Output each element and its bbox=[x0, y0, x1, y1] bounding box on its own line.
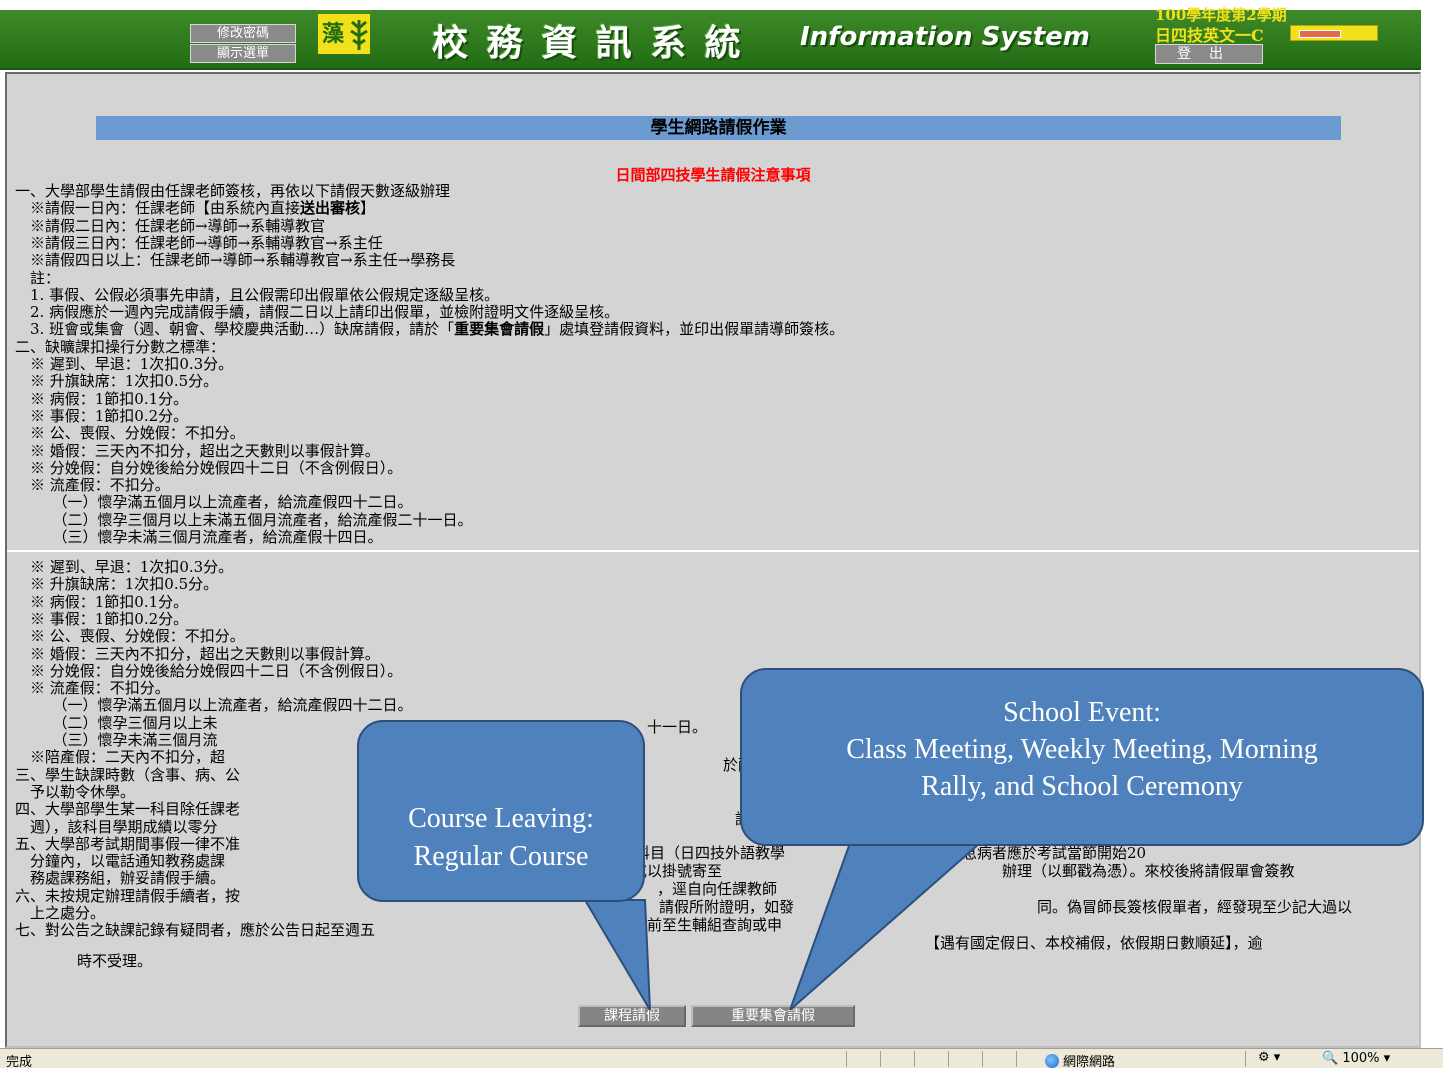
status-divider bbox=[914, 1051, 915, 1067]
status-divider bbox=[948, 1051, 949, 1067]
zoom-control[interactable]: 🔍 100% ▾ bbox=[1322, 1051, 1390, 1066]
browser-status-bar: 完成 網際網路 ⚙ ▾ 🔍 100% ▾ bbox=[0, 1048, 1443, 1070]
course-callout-text: Course Leaving: Regular Course bbox=[408, 803, 594, 872]
zoom-level: 100% bbox=[1342, 1051, 1380, 1066]
status-divider bbox=[982, 1051, 983, 1067]
status-divider bbox=[880, 1051, 881, 1067]
status-divider bbox=[1245, 1051, 1246, 1067]
course-leaving-callout: Course Leaving: Regular Course bbox=[357, 720, 645, 902]
protected-mode-icon[interactable]: ⚙ ▾ bbox=[1258, 1050, 1280, 1065]
callout-pointers bbox=[583, 842, 983, 1011]
globe-icon bbox=[1045, 1054, 1059, 1068]
status-divider bbox=[846, 1051, 847, 1067]
school-event-callout: School Event: Class Meeting, Weekly Meet… bbox=[740, 668, 1424, 846]
security-zone: 網際網路 bbox=[1045, 1051, 1115, 1070]
status-divider bbox=[1016, 1051, 1017, 1067]
event-callout-text: School Event: Class Meeting, Weekly Meet… bbox=[846, 697, 1318, 802]
status-text: 完成 bbox=[6, 1055, 33, 1070]
